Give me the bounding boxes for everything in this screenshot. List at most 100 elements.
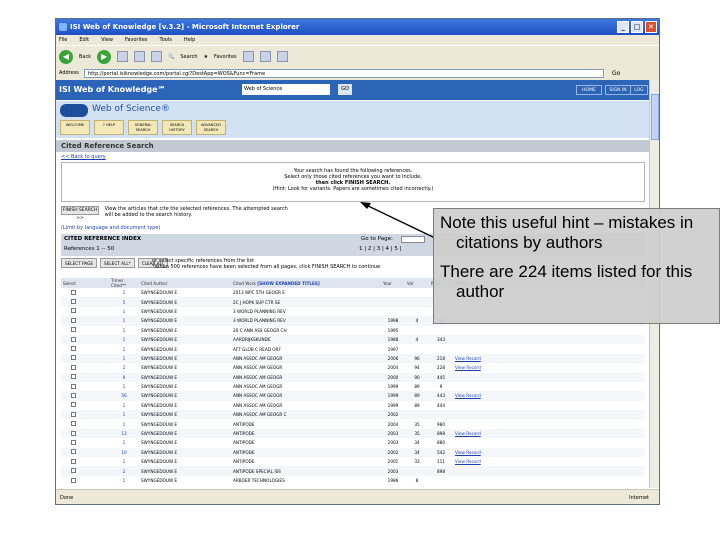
checkbox[interactable] — [71, 439, 76, 445]
select-page-button[interactable]: SELECT PAGE — [61, 258, 98, 268]
menu-view[interactable]: View — [101, 35, 113, 45]
page-links[interactable]: 1 | 2 | 3 | 4 | 5 | — [359, 246, 402, 252]
stop-icon[interactable] — [117, 51, 129, 62]
search-label[interactable]: Search — [180, 54, 197, 60]
view-record-link[interactable]: View Record — [453, 447, 645, 458]
view-record-link[interactable]: View Record — [453, 353, 645, 364]
select-checkbox[interactable] — [61, 438, 109, 447]
view-record-link[interactable]: View Record — [453, 457, 645, 466]
address-input[interactable]: http://portal.isiknowledge.com/portal.cg… — [84, 69, 604, 78]
log-button[interactable]: LOG — [630, 85, 648, 95]
checkbox[interactable] — [71, 477, 76, 483]
checkbox[interactable] — [71, 468, 76, 474]
checkbox[interactable] — [71, 392, 76, 398]
back-label[interactable]: Back — [79, 54, 91, 60]
view-record-link[interactable] — [453, 438, 645, 447]
limit-link[interactable]: (Limit by language and document type) — [61, 225, 160, 231]
view-record-link[interactable] — [453, 334, 645, 345]
checkbox[interactable] — [71, 458, 76, 464]
media-icon[interactable] — [242, 51, 254, 62]
times-cited-cell[interactable]: 2 — [109, 466, 139, 476]
checkbox[interactable] — [71, 374, 76, 380]
print-icon[interactable] — [276, 51, 288, 62]
view-record-link[interactable] — [453, 419, 645, 428]
view-record-link[interactable]: View Record — [453, 363, 645, 372]
select-checkbox[interactable] — [61, 476, 109, 485]
close-button[interactable]: ✕ — [645, 21, 657, 33]
select-checkbox[interactable] — [61, 334, 109, 345]
select-checkbox[interactable] — [61, 457, 109, 466]
times-cited-cell[interactable]: 9 — [109, 372, 139, 382]
search-icon[interactable]: 🔍 — [168, 54, 174, 60]
times-cited-cell[interactable]: 1 — [109, 457, 139, 466]
select-checkbox[interactable] — [61, 401, 109, 410]
refresh-icon[interactable] — [134, 51, 146, 62]
select-checkbox[interactable] — [61, 419, 109, 428]
scrollbar-thumb[interactable] — [651, 94, 659, 140]
forward-arrow-icon[interactable]: ▶ — [97, 49, 112, 64]
times-cited-cell[interactable]: 5 — [109, 297, 139, 307]
search-history-button[interactable]: SEARCH HISTORY — [162, 120, 192, 135]
select-checkbox[interactable] — [61, 391, 109, 401]
times-cited-cell[interactable]: 1 — [109, 382, 139, 391]
checkbox[interactable] — [71, 336, 76, 342]
times-cited-cell[interactable]: 1 — [109, 288, 139, 297]
times-cited-cell[interactable]: 1 — [109, 344, 139, 353]
view-record-link[interactable] — [453, 410, 645, 420]
expand-titles-link[interactable]: [SHOW EXPANDED TITLES] — [257, 281, 320, 286]
go-button[interactable]: Go — [612, 69, 620, 78]
select-checkbox[interactable] — [61, 326, 109, 335]
menu-help[interactable]: Help — [184, 35, 195, 45]
times-cited-cell[interactable]: 56 — [109, 391, 139, 401]
favorites-label[interactable]: Favorites — [214, 54, 237, 60]
times-cited-cell[interactable]: 1 — [109, 326, 139, 335]
database-select[interactable]: Web of Science — [242, 84, 330, 95]
mail-icon[interactable] — [259, 51, 271, 62]
select-checkbox[interactable] — [61, 297, 109, 307]
checkbox[interactable] — [71, 327, 76, 333]
select-checkbox[interactable] — [61, 316, 109, 326]
back-to-query-link[interactable]: << Back to query — [61, 154, 106, 160]
view-record-link[interactable] — [453, 466, 645, 476]
select-checkbox[interactable] — [61, 382, 109, 391]
select-checkbox[interactable] — [61, 344, 109, 353]
checkbox[interactable] — [71, 411, 76, 417]
menu-favorites[interactable]: Favorites — [125, 35, 148, 45]
times-cited-cell[interactable]: 1 — [109, 410, 139, 420]
sign-in-button[interactable]: SIGN IN — [605, 85, 631, 95]
database-go-button[interactable]: GO — [338, 84, 352, 95]
select-checkbox[interactable] — [61, 428, 109, 439]
view-record-link[interactable] — [453, 401, 645, 410]
advanced-search-button[interactable]: ADVANCED SEARCH — [196, 120, 226, 135]
checkbox[interactable] — [71, 421, 76, 427]
times-cited-cell[interactable]: 1 — [109, 401, 139, 410]
view-record-link[interactable]: View Record — [453, 391, 645, 401]
select-checkbox[interactable] — [61, 353, 109, 364]
checkbox[interactable] — [71, 317, 76, 323]
times-cited-cell[interactable]: 1 — [109, 438, 139, 447]
home-button[interactable]: HOME — [576, 85, 602, 95]
back-arrow-icon[interactable]: ◀ — [59, 49, 73, 64]
times-cited-cell[interactable]: 1 — [109, 307, 139, 316]
checkbox[interactable] — [71, 308, 76, 314]
select-checkbox[interactable] — [61, 410, 109, 420]
favorites-icon[interactable]: ★ — [204, 54, 208, 60]
times-cited-cell[interactable]: 13 — [109, 428, 139, 439]
times-cited-cell[interactable]: 1 — [109, 353, 139, 364]
times-cited-cell[interactable]: 10 — [109, 447, 139, 458]
general-search-button[interactable]: GENERAL SEARCH — [128, 120, 158, 135]
checkbox[interactable] — [71, 299, 76, 305]
checkbox[interactable] — [71, 289, 76, 295]
select-all-button[interactable]: SELECT ALL* — [100, 258, 135, 268]
checkbox[interactable] — [71, 355, 76, 361]
minimize-button[interactable]: _ — [617, 21, 629, 33]
checkbox[interactable] — [71, 449, 76, 455]
checkbox[interactable] — [71, 383, 76, 389]
times-cited-cell[interactable]: 1 — [109, 419, 139, 428]
menu-edit[interactable]: Edit — [79, 35, 89, 45]
select-checkbox[interactable] — [61, 307, 109, 316]
select-checkbox[interactable] — [61, 447, 109, 458]
view-record-link[interactable] — [453, 344, 645, 353]
checkbox[interactable] — [71, 430, 76, 436]
view-record-link[interactable]: View Record — [453, 428, 645, 439]
